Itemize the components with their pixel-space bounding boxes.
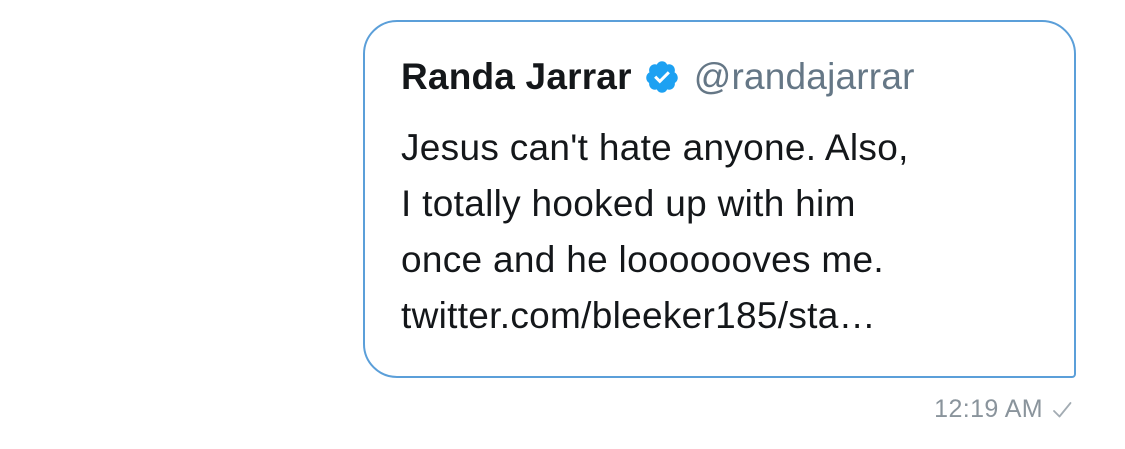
tweet-body: Jesus can't hate anyone. Also, I totally… <box>401 120 1061 344</box>
author-handle[interactable]: @randajarrar <box>694 56 915 98</box>
tweet-text-line: I totally hooked up with him <box>401 183 856 224</box>
tweet-link[interactable]: twitter.com/bleeker185/sta… <box>401 295 876 336</box>
quoted-tweet-card[interactable]: Randa Jarrar @randajarrar Jesus can't ha… <box>363 20 1076 378</box>
tweet-text-line: once and he looooooves me. <box>401 239 884 280</box>
tweet-author-row: Randa Jarrar @randajarrar <box>401 54 915 100</box>
verified-badge-icon <box>644 59 680 95</box>
sent-check-icon <box>1051 399 1073 421</box>
tweet-text-line: Jesus can't hate anyone. Also, <box>401 127 909 168</box>
author-name[interactable]: Randa Jarrar <box>401 56 632 98</box>
message-meta: 12:19 AM <box>934 395 1073 424</box>
message-timestamp: 12:19 AM <box>934 395 1043 423</box>
